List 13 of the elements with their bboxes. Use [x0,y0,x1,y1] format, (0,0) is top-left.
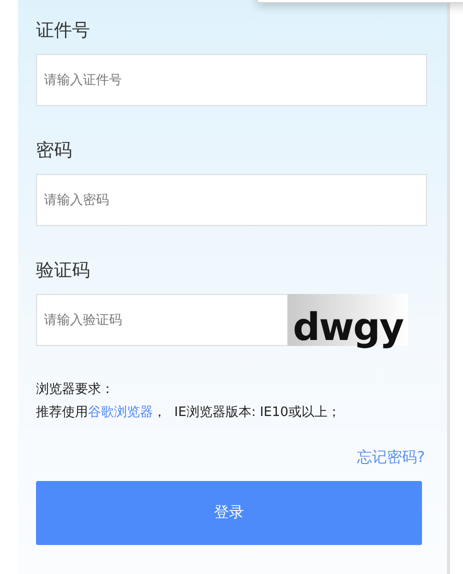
captcha-image[interactable]: dwgy [288,294,408,346]
forgot-password-link[interactable]: 忘记密码? [357,446,425,468]
field-label: 证件号 [36,22,91,40]
note-text: 推荐使用 [36,405,88,420]
input-field[interactable]: 请输入密码 [36,174,427,226]
field-label: 密码 [36,142,73,160]
note-title: 浏览器要求： [36,381,115,399]
field-label: 验证码 [36,262,91,280]
note-text: ， IE浏览器版本: IE10或以上； [153,405,340,420]
input-field[interactable]: 请输入验证码 [36,294,288,346]
login-button[interactable]: 登录 [36,480,422,544]
browser-link[interactable]: 谷歌浏览器 [88,405,153,420]
input-field[interactable]: 请输入证件号 [36,54,427,106]
